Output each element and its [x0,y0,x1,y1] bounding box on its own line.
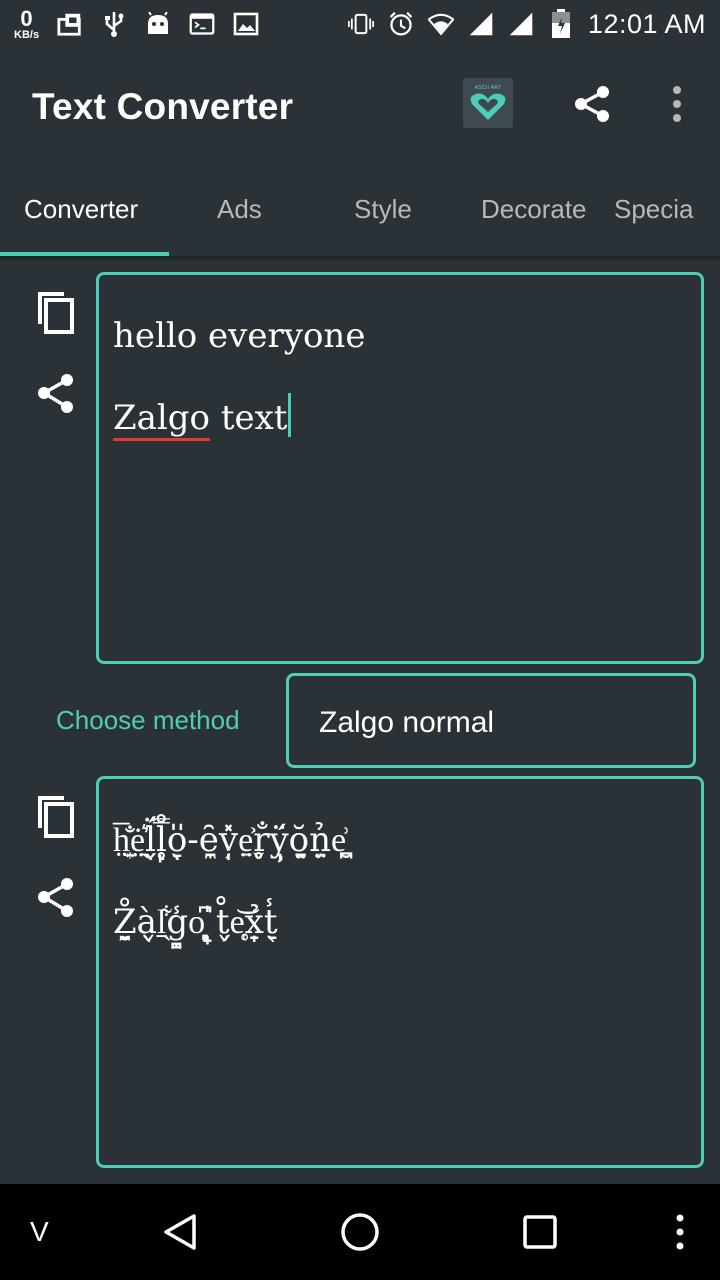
recents-icon[interactable] [520,1212,560,1252]
tab-special[interactable]: Specia [614,194,694,225]
input-line-1: hello everyone [113,316,366,356]
output-line-1: h̤̫͙̅̐e̖̤͛̇l̗̖̈́l̥̙̊̿o̖̞̎-ȇ̼̱v̦̩̽e̤̠͐r̥̬… [113,820,347,860]
copy-input-icon[interactable] [34,290,78,334]
output-text-area[interactable]: h̤̫͙̅̐e̖̤͛̇l̗̖̈́l̥̙̊̿o̖̞̎-ȇ̼̱v̦̩̽e̤̠͐r̥̬… [96,776,704,1168]
nav-left-label[interactable]: V [30,1216,49,1248]
share-icon[interactable] [572,84,612,124]
method-dropdown[interactable]: Zalgo normal [286,673,696,768]
text-cursor [288,393,292,437]
output-line-2: Z̼̮̊à̬̖l̠̖͋g̝̪̾o̞̙͆ ̟̩̍t̬̗̊e̜̥͝x̠̩̉t̠̖̾ [113,902,278,942]
signal-icon [468,11,494,37]
tab-ads[interactable]: Ads [217,194,262,225]
heart-icon [470,93,506,120]
input-line-2-rest: text [210,398,288,438]
app-title: Text Converter [32,86,294,127]
tab-bar: Converter Ads Style Decorate Specia [0,160,720,256]
back-icon[interactable] [160,1212,200,1252]
status-bar: 0 KB/s 12:01 AM [0,0,720,48]
ascii-art-logo-text: ASCII ART [474,84,502,91]
network-speed-unit: KB/s [14,28,40,41]
network-speed-value: 0 [20,5,33,31]
share-output-icon[interactable] [34,876,78,920]
image-icon [233,11,259,37]
signal-icon-2 [508,11,534,37]
share-input-icon[interactable] [34,372,78,416]
nav-more-icon[interactable] [668,1210,692,1254]
alarm-icon [388,11,414,37]
network-speed: 0 KB/s [14,5,40,41]
tab-bar-shadow [0,256,720,262]
terminal-icon [189,11,215,37]
android-icon [145,11,171,37]
tab-style[interactable]: Style [354,194,412,225]
tab-decorate[interactable]: Decorate [481,194,587,225]
more-vert-icon[interactable] [662,84,692,124]
wifi-icon [427,11,454,37]
choose-method-label: Choose method [56,705,240,735]
method-selected-value: Zalgo normal [319,706,495,739]
ascii-art-logo-button[interactable]: ASCII ART [463,78,513,128]
battery-icon [548,9,574,38]
status-time: 12:01 AM [587,8,706,39]
usb-icon [101,11,127,37]
input-text-area[interactable]: hello everyone Zalgo text [96,272,704,664]
home-icon[interactable] [338,1210,382,1254]
spellcheck-word: Zalgo [113,398,211,441]
tab-converter[interactable]: Converter [24,194,138,225]
vibrate-icon [347,11,374,37]
app-update-icon [57,11,83,37]
input-line-2: Zalgo text [113,377,687,459]
app-bar: Text Converter ASCII ART [0,48,720,160]
copy-output-icon[interactable] [34,794,78,838]
